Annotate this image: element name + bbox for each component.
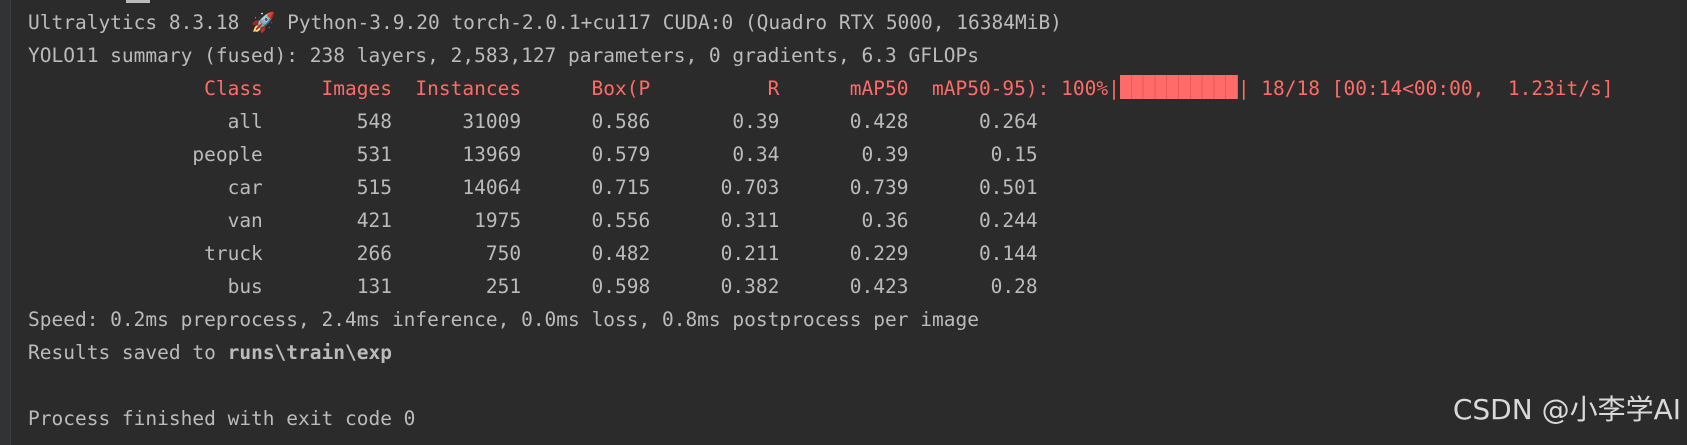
results-path-link[interactable]: runs\train\exp — [228, 341, 392, 364]
header-line: Ultralytics 8.3.18 🚀 Python-3.9.20 torch… — [28, 11, 1062, 34]
table-header: Class Images Instances Box(P R mAP50 mAP… — [28, 77, 1120, 100]
results-prefix: Results saved to — [28, 341, 228, 364]
table-row-car: car 515 14064 0.715 0.703 0.739 0.501 — [28, 176, 1038, 199]
table-row-truck: truck 266 750 0.482 0.211 0.229 0.144 — [28, 242, 1038, 265]
left-gutter — [0, 0, 11, 445]
csdn-watermark: CSDN @小李学AI — [1452, 393, 1681, 426]
summary-line: YOLO11 summary (fused): 238 layers, 2,58… — [28, 44, 979, 67]
table-row-van: van 421 1975 0.556 0.311 0.36 0.244 — [28, 209, 1038, 232]
process-finished-line: Process finished with exit code 0 — [28, 407, 416, 430]
progress-bar — [1119, 75, 1238, 99]
results-line: Results saved to runs\train\exp — [28, 336, 392, 369]
table-row-all: all 548 31009 0.586 0.39 0.428 0.264 — [28, 110, 1038, 133]
table-row-bus: bus 131 251 0.598 0.382 0.423 0.28 — [28, 275, 1038, 298]
speed-line: Speed: 0.2ms preprocess, 2.4ms inference… — [28, 308, 979, 331]
table-row-people: people 531 13969 0.579 0.34 0.39 0.15 — [28, 143, 1038, 166]
validation-header-line: Class Images Instances Box(P R mAP50 mAP… — [28, 72, 1614, 105]
scroll-cursor-mark — [126, 0, 150, 3]
progress-status: | 18/18 [00:14<00:00, 1.23it/s] — [1237, 77, 1614, 100]
terminal-output[interactable]: Ultralytics 8.3.18 🚀 Python-3.9.20 torch… — [0, 0, 1687, 445]
